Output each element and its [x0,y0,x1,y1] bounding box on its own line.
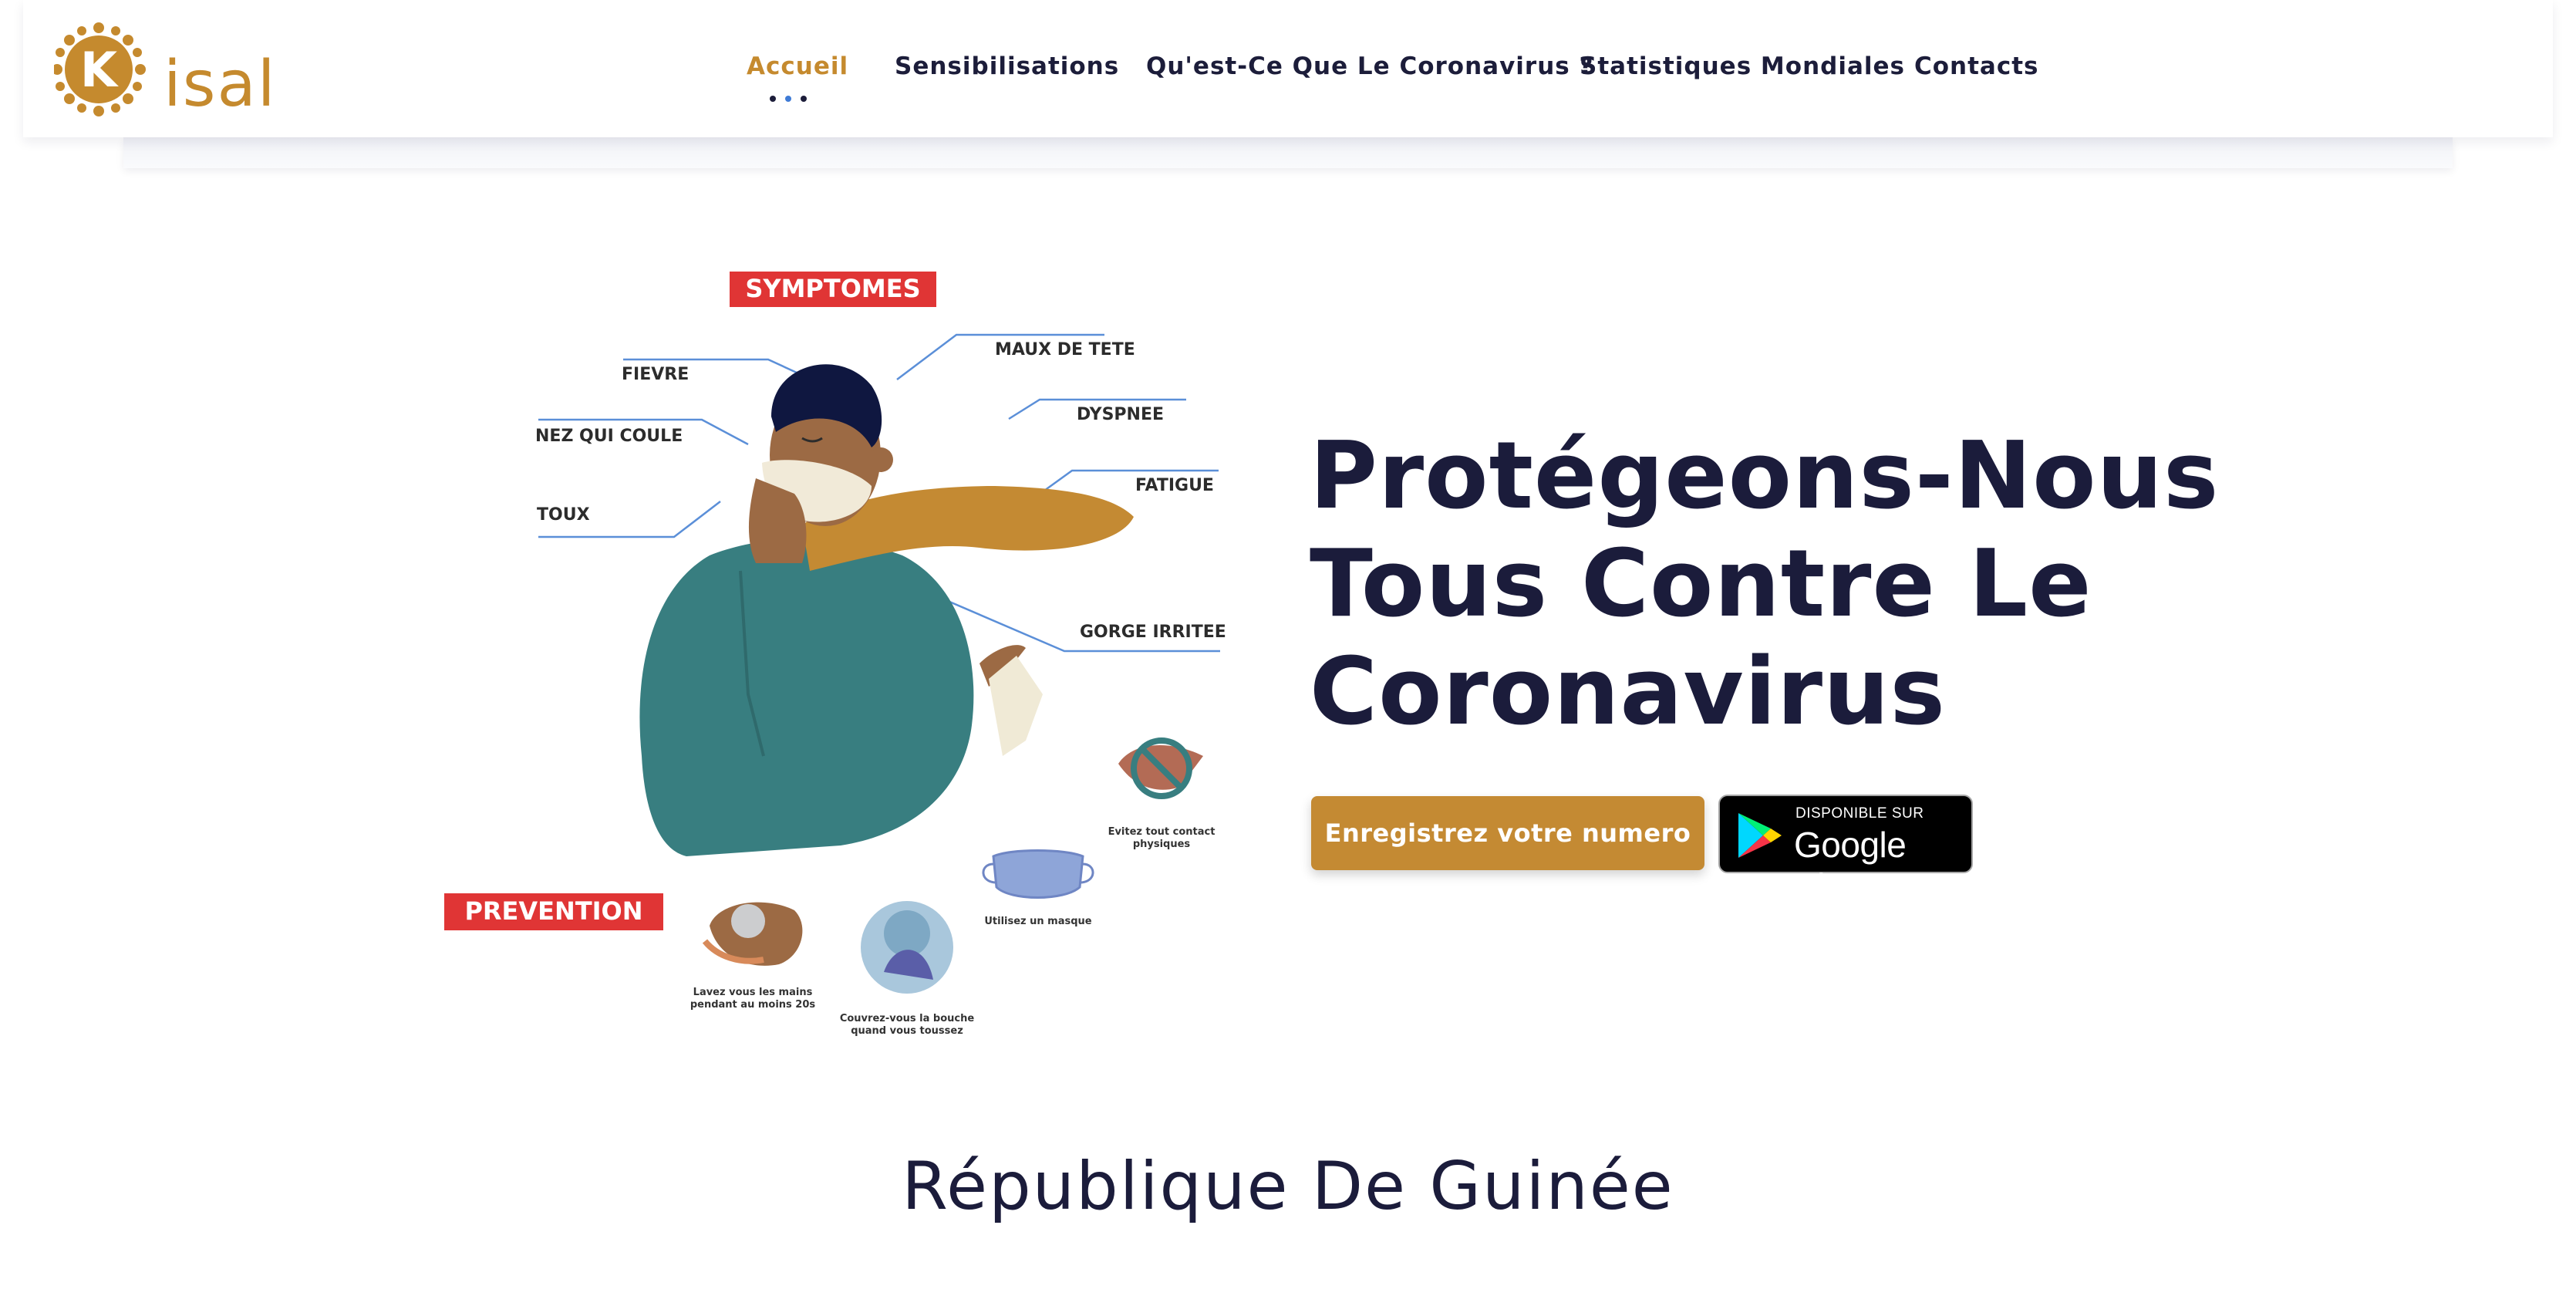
tip-mask: Utilisez un masque [984,916,1091,927]
tip-cough-line1: Couvrez-vous la bouche [840,1013,975,1024]
tip-contact-line1: Evitez tout contact [1108,826,1216,838]
header-shadow [123,137,2453,168]
site-header: K isal Accueil Sensibilisations Qu'est-C… [23,0,2553,137]
symptoms-title: SYMPTOMES [745,274,920,303]
google-play-small-text: DISPONIBLE SUR [1795,805,1924,822]
nav-item-accueil[interactable]: Accueil [747,52,848,80]
cover-cough-icon [861,901,953,994]
hero-title-line: Coronavirus [1310,639,1946,746]
hero-title-line: Protégeons-Nous [1310,423,2220,530]
symptom-dyspnee: DYSPNEE [1077,405,1164,424]
mask-icon [982,849,1094,899]
symptom-fatigue: FATIGUE [1135,476,1214,495]
wash-hands-icon [702,902,803,966]
tip-wash-line2: pendant au moins 20s [690,999,816,1011]
hero-title-line: Tous Contre Le [1310,531,2092,638]
section-title: République De Guinée [902,1148,1674,1225]
symptoms-illustration: SYMPTOMES FIEVRE MAUX DE TETE DYSPNEE NE… [444,272,1226,1037]
active-indicator [770,96,816,103]
handshake-icon [1118,737,1203,799]
hero-title: Protégeons-Nous Tous Contre Le Coronavir… [1310,423,2235,747]
symptom-toux: TOUX [537,505,590,525]
tip-cough-line2: quand vous toussez [851,1025,963,1037]
symptom-fievre: FIEVRE [622,365,689,384]
google-play-icon [1738,813,1782,858]
register-number-button[interactable]: Enregistrez votre numero [1311,796,1704,870]
nav-item-contacts[interactable]: Contacts [1914,52,2039,80]
symptom-maux-de-tete: MAUX DE TETE [995,340,1135,359]
nav-item-statistiques[interactable]: Statistiques Mondiales [1580,52,1905,80]
prevention-title: PREVENTION [464,896,642,926]
google-play-badge[interactable]: DISPONIBLE SUR Google Play [1718,795,1973,906]
tip-wash-line1: Lavez vous les mains [693,987,813,998]
symptom-gorge-irritee: GORGE IRRITEE [1080,623,1226,642]
nav-item-coronavirus[interactable]: Qu'est-Ce Que Le Coronavirus ? [1146,52,1594,80]
tip-contact-line2: physiques [1133,839,1191,850]
google-play-big-text: Google Play [1794,825,1907,906]
person-body [639,538,974,856]
symptom-nez-qui-coule: NEZ QUI COULE [535,427,683,446]
nav-item-sensibilisations[interactable]: Sensibilisations [895,52,1119,80]
main-nav: Accueil Sensibilisations Qu'est-Ce Que L… [23,52,2553,99]
